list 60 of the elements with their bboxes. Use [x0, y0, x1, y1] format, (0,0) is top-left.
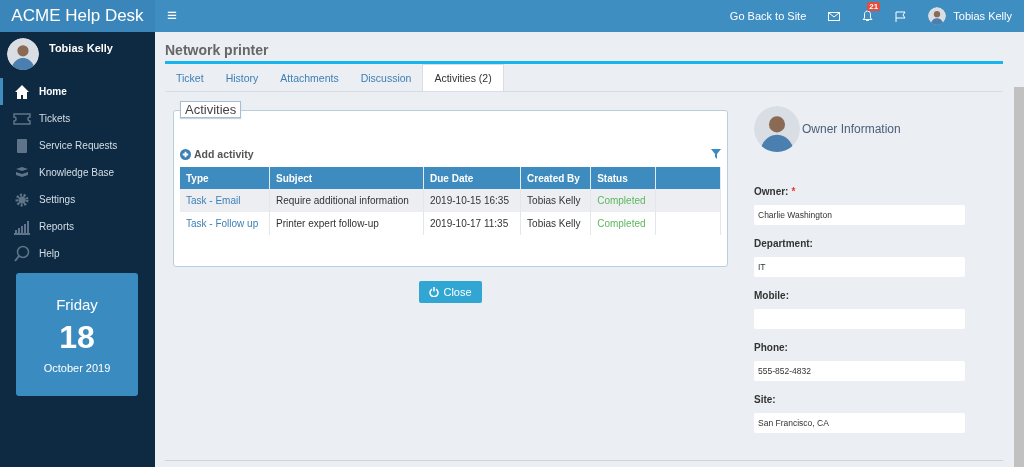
column-header: Created By — [520, 167, 591, 189]
month-year: October 2019 — [43, 361, 111, 374]
notification-badge: 21 — [867, 2, 881, 11]
add-activity-button[interactable]: Add activity — [180, 148, 254, 160]
table-cell: 2019-10-17 11:35 — [423, 212, 521, 235]
page-title: Network printer — [165, 42, 1003, 64]
menu-icon[interactable]: ≡ — [167, 6, 177, 26]
table-cell: Tobias Kelly — [520, 189, 591, 212]
column-header: Type — [180, 167, 270, 189]
tab[interactable]: Discussion — [349, 64, 423, 91]
input-field[interactable]: IT — [754, 257, 965, 277]
table-cell: Require additional information — [269, 189, 424, 212]
status-cell: Completed — [590, 212, 656, 235]
field-label: Phone: — [754, 342, 788, 353]
required-mark: * — [791, 186, 796, 197]
column-header: Subject — [269, 167, 424, 189]
table-cell: 2019-10-15 16:35 — [423, 189, 521, 212]
bell-icon[interactable] — [862, 10, 874, 22]
field-label: Owner: — [754, 186, 789, 197]
tab[interactable]: Attachments — [269, 64, 350, 91]
owner-title: Owner Information — [802, 122, 901, 136]
sidebar-item[interactable]: Reports — [0, 213, 155, 240]
avatar-icon — [7, 38, 39, 70]
day-number: 18 — [59, 318, 95, 356]
sidebar-item[interactable]: Knowledge Base — [0, 159, 155, 186]
avatar-icon — [928, 7, 947, 25]
help-icon — [13, 244, 31, 263]
power-icon — [429, 287, 440, 297]
scrollbar[interactable] — [1014, 87, 1024, 467]
sidebar-item[interactable]: Tickets — [0, 105, 155, 132]
tab[interactable]: Activities (2) — [422, 64, 504, 91]
field-label: Site: — [754, 394, 776, 405]
flag-icon[interactable] — [895, 10, 907, 22]
panel-legend: Activities — [180, 101, 242, 118]
column-header: Due Date — [423, 167, 521, 189]
field-label: Mobile: — [754, 290, 789, 301]
weekday: Friday — [56, 295, 98, 313]
table-cell: Printer expert follow-up — [269, 212, 424, 235]
input-field[interactable]: San Francisco, CA — [754, 413, 965, 433]
column-header: Status — [590, 167, 656, 189]
filter-icon[interactable] — [711, 149, 721, 159]
tab[interactable]: Ticket — [165, 64, 215, 91]
table-cell: Tobias Kelly — [520, 212, 591, 235]
activity-type-link[interactable]: Task - Follow up — [186, 218, 259, 229]
user-name[interactable]: Tobias Kelly — [953, 10, 1012, 22]
user-name: Tobias Kelly — [49, 42, 113, 56]
owner-avatar — [754, 106, 800, 152]
home-icon — [13, 82, 31, 101]
field-label: Department: — [754, 238, 813, 249]
sidebar-item[interactable]: Service Requests — [0, 132, 155, 159]
input-field[interactable]: 555-852-4832 — [754, 361, 965, 381]
input-field[interactable]: Charlie Washington — [754, 205, 965, 225]
sidebar-item[interactable]: Help — [0, 240, 155, 267]
app-title: ACME Help Desk — [0, 0, 155, 32]
tab[interactable]: History — [214, 64, 270, 91]
sidebar-item[interactable]: Settings — [0, 186, 155, 213]
go-back-link[interactable]: Go Back to Site — [729, 10, 807, 22]
mail-icon[interactable] — [828, 11, 841, 21]
status-cell: Completed — [590, 189, 656, 212]
plus-icon — [180, 148, 191, 160]
